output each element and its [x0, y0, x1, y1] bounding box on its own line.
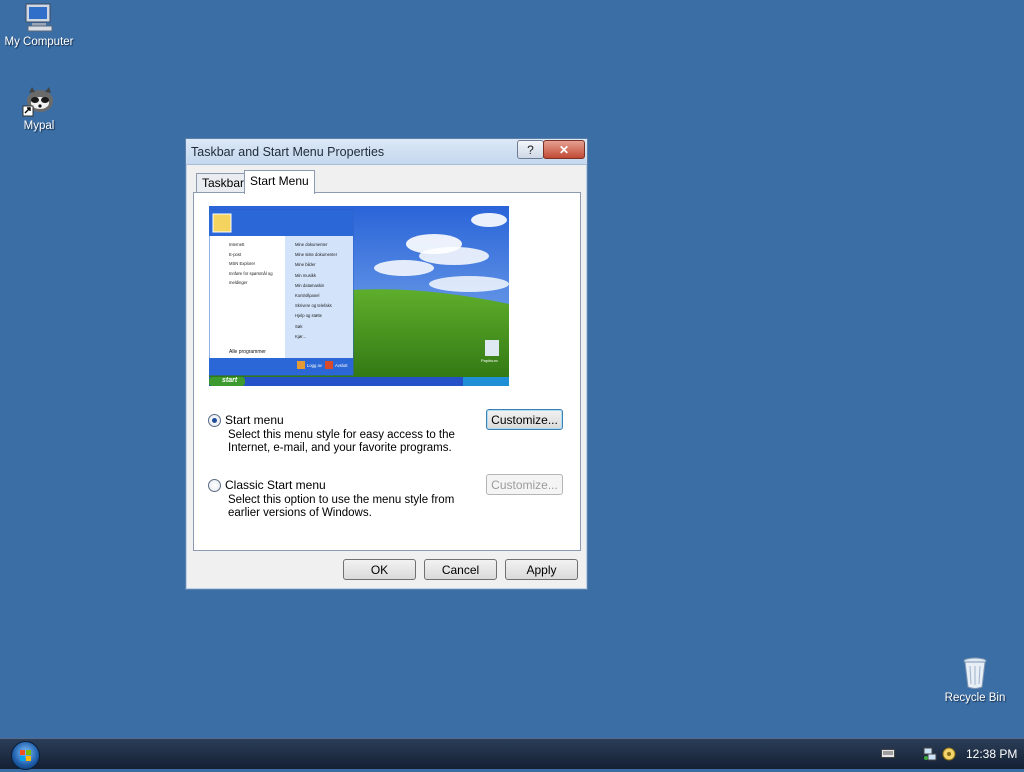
classic-customize-button: Customize... — [486, 474, 563, 495]
my-computer-desktop-icon[interactable]: My Computer — [0, 2, 84, 48]
mypal-desktop-icon[interactable]: Mypal — [0, 84, 84, 132]
preview-left-item: MSN Explorer — [229, 261, 256, 266]
preview-all-programs: Alle programmer — [229, 349, 266, 355]
preview-right-item: Min musikk — [295, 272, 316, 278]
preview-recycle-bin-label: Papirkurv — [481, 358, 498, 363]
preview-right-item: Skrivere og telefaks — [295, 303, 332, 309]
preview-left-item: Innføre for spørsmål og meldinger — [229, 270, 273, 286]
preview-right-item: Mine dokumenter — [295, 242, 328, 247]
preview-logoff-label: Logg av — [307, 363, 322, 368]
start-menu-option-label[interactable]: Start menu — [225, 413, 284, 427]
start-menu-tab-panel: start Alle programmer Internett E-post M… — [193, 192, 581, 551]
apply-button[interactable]: Apply — [505, 559, 578, 580]
help-icon: ? — [527, 142, 534, 157]
start-menu-radio[interactable] — [208, 414, 221, 427]
ok-button[interactable]: OK — [343, 559, 416, 580]
start-menu-preview: start Alle programmer Internett E-post M… — [209, 206, 509, 386]
preview-right-item: Min datamaskin — [295, 282, 325, 288]
preview-right-item: Kjør... — [295, 333, 306, 339]
close-button[interactable]: ✕ — [543, 140, 585, 159]
start-menu-option-description: Select this menu style for easy access t… — [228, 429, 455, 454]
volume-icon[interactable] — [942, 747, 956, 761]
help-button[interactable]: ? — [517, 140, 544, 159]
network-icon[interactable] — [923, 747, 937, 761]
preview-shutdown-label: Avslutt — [335, 363, 348, 368]
preview-right-item: Mine siste dokumenter — [295, 252, 338, 258]
preview-right-item: Kontrollpanel — [295, 293, 320, 299]
preview-left-item: Internett — [229, 242, 245, 247]
mypal-label: Mypal — [23, 120, 55, 132]
preview-right-item: Hjelp og støtte — [295, 313, 322, 319]
recycle-bin-icon — [963, 657, 987, 689]
mypal-raccoon-icon — [22, 87, 53, 117]
tab-taskbar[interactable]: Taskbar — [196, 173, 251, 193]
taskbar-start-menu-properties-dialog: Taskbar and Start Menu Properties ? ✕ Ta… — [185, 138, 588, 590]
customize-button[interactable]: Customize... — [486, 409, 563, 430]
preview-start-label: start — [222, 377, 238, 384]
dialog-titlebar[interactable]: Taskbar and Start Menu Properties ? ✕ — [186, 139, 587, 165]
preview-right-item: Mine bilder — [295, 262, 316, 268]
classic-start-menu-option-description: Select this option to use the menu style… — [228, 494, 455, 519]
classic-start-menu-option-label[interactable]: Classic Start menu — [225, 478, 326, 492]
close-icon: ✕ — [558, 142, 570, 157]
computer-icon — [25, 3, 53, 32]
classic-start-menu-radio[interactable] — [208, 479, 221, 492]
taskbar-clock[interactable]: 12:38 PM — [966, 747, 1017, 761]
tab-start-menu[interactable]: Start Menu — [244, 170, 315, 194]
windows-logo-icon — [20, 750, 31, 761]
recycle-bin-desktop-icon[interactable]: Recycle Bin — [930, 656, 1020, 704]
recycle-bin-label: Recycle Bin — [944, 692, 1006, 704]
start-button[interactable] — [11, 741, 40, 770]
dialog-title: Taskbar and Start Menu Properties — [191, 145, 385, 159]
preview-desktop-image — [209, 206, 509, 386]
taskbar: 12:38 PM — [0, 738, 1024, 770]
keyboard-icon[interactable] — [881, 747, 895, 759]
preview-left-item: E-post — [229, 251, 242, 257]
my-computer-label: My Computer — [4, 36, 74, 48]
preview-right-item: Søk — [295, 323, 303, 329]
cancel-button[interactable]: Cancel — [424, 559, 497, 580]
